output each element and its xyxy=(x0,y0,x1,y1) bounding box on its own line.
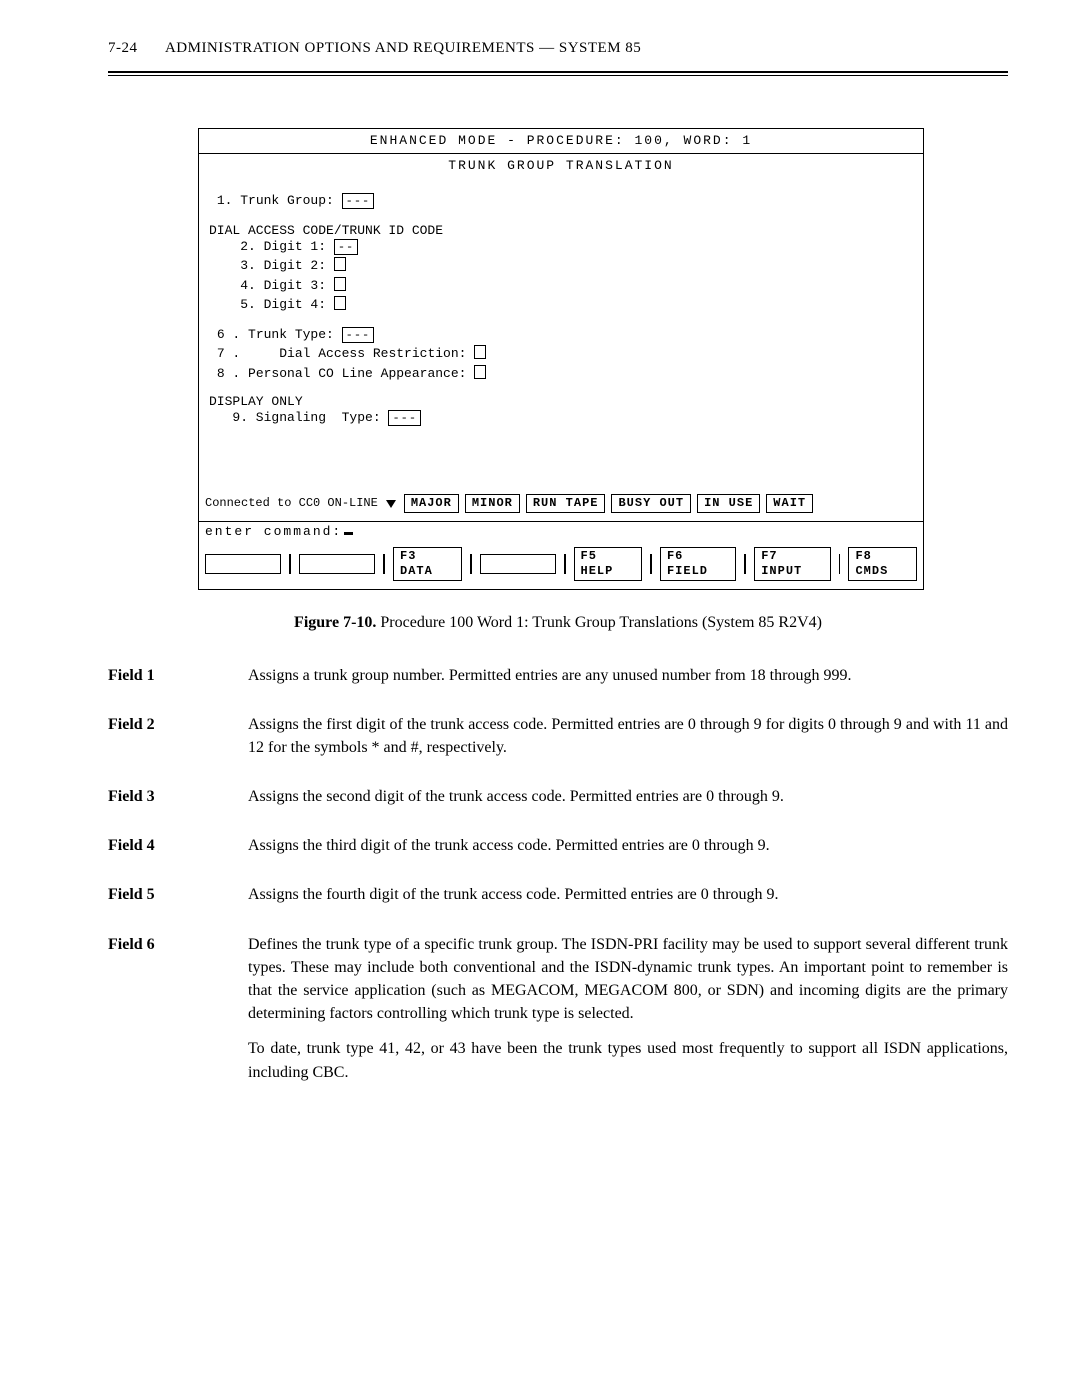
fkey-row: F3 DATA F5 HELP F6 FIELD F7 INPUT F8 CMD… xyxy=(199,543,923,589)
field-6-para-1: Defines the trunk type of a specific tru… xyxy=(248,933,1008,1026)
field-label-1: Field 1 xyxy=(108,664,248,699)
field-dial-access-restriction[interactable] xyxy=(474,345,486,359)
fkey-sep-1 xyxy=(289,554,291,574)
field-signaling-type[interactable]: --- xyxy=(388,410,421,426)
field-personal-co-line[interactable] xyxy=(474,365,486,379)
label-digit2: 3. Digit 2: xyxy=(240,258,326,273)
field-row-6: Field 6Defines the trunk type of a speci… xyxy=(108,933,1008,1096)
status-pill-wait: WAIT xyxy=(766,494,813,513)
term-line-6: 6 . Trunk Type: --- xyxy=(209,327,913,343)
field-label-2: Field 2 xyxy=(108,713,248,771)
term-section-dial: DIAL ACCESS CODE/TRUNK ID CODE xyxy=(209,223,913,239)
fkey-f7-input[interactable]: F7 INPUT xyxy=(754,547,830,581)
label-trunk-group: 1. Trunk Group: xyxy=(217,193,334,208)
field-label-6: Field 6 xyxy=(108,933,248,1096)
status-row: Connected to CC0 ON-LINE MAJOR MINOR RUN… xyxy=(199,490,923,517)
status-pill-major: MAJOR xyxy=(404,494,459,513)
fkey-sep-3 xyxy=(470,554,472,574)
field-body-3: Assigns the second digit of the trunk ac… xyxy=(248,785,1008,820)
figure-caption: Figure 7-10. Procedure 100 Word 1: Trunk… xyxy=(108,614,1008,632)
field-label-5: Field 5 xyxy=(108,883,248,918)
terminal-title: ENHANCED MODE - PROCEDURE: 100, WORD: 1 xyxy=(199,129,923,154)
field-1-para-1: Assigns a trunk group number. Permitted … xyxy=(248,664,1008,687)
status-prefix: Connected to CC0 ON-LINE xyxy=(205,496,378,511)
fkey-f3-data[interactable]: F3 DATA xyxy=(393,547,462,581)
header-rule-thick xyxy=(108,71,1008,73)
field-body-6: Defines the trunk type of a specific tru… xyxy=(248,933,1008,1096)
field-row-2: Field 2Assigns the first digit of the tr… xyxy=(108,713,1008,771)
terminal-window: ENHANCED MODE - PROCEDURE: 100, WORD: 1 … xyxy=(198,128,924,590)
field-body-2: Assigns the first digit of the trunk acc… xyxy=(248,713,1008,771)
field-body-4: Assigns the third digit of the trunk acc… xyxy=(248,834,1008,869)
fkey-sep-5 xyxy=(650,554,652,574)
command-label: enter command: xyxy=(205,524,342,539)
term-line-9: 9. Signaling Type: --- xyxy=(209,410,913,426)
fkey-sep-2 xyxy=(383,554,385,574)
fkey-slot-f4[interactable] xyxy=(480,554,556,574)
label-personal-co-line: 8 . Personal CO Line Appearance: xyxy=(217,366,467,381)
field-4-para-1: Assigns the third digit of the trunk acc… xyxy=(248,834,1008,857)
field-body-5: Assigns the fourth digit of the trunk ac… xyxy=(248,883,1008,918)
field-6-para-2: To date, trunk type 41, 42, or 43 have b… xyxy=(248,1037,1008,1083)
header-rule-thin xyxy=(108,75,1008,76)
label-digit1: 2. Digit 1: xyxy=(240,239,326,254)
field-digit4[interactable] xyxy=(334,296,346,310)
field-label-4: Field 4 xyxy=(108,834,248,869)
field-row-5: Field 5Assigns the fourth digit of the t… xyxy=(108,883,1008,918)
cursor-icon[interactable] xyxy=(344,532,353,535)
term-line-3: 3. Digit 2: xyxy=(209,255,913,274)
field-digit2[interactable] xyxy=(334,257,346,271)
field-definitions: Field 1Assigns a trunk group number. Per… xyxy=(108,664,1008,1096)
field-5-para-1: Assigns the fourth digit of the trunk ac… xyxy=(248,883,1008,906)
field-body-1: Assigns a trunk group number. Permitted … xyxy=(248,664,1008,699)
term-line-7: 7 . Dial Access Restriction: xyxy=(209,343,913,362)
fkey-f8-cmds[interactable]: F8 CMDS xyxy=(848,547,917,581)
term-line-8: 8 . Personal CO Line Appearance: xyxy=(209,363,913,382)
fkey-f6-field[interactable]: F6 FIELD xyxy=(660,547,736,581)
page: 7-24 ADMINISTRATION OPTIONS AND REQUIREM… xyxy=(0,0,1080,1387)
terminal-body: 1. Trunk Group: --- DIAL ACCESS CODE/TRU… xyxy=(199,181,923,491)
status-pill-run-tape: RUN TAPE xyxy=(526,494,606,513)
header-title: ADMINISTRATION OPTIONS AND REQUIREMENTS … xyxy=(165,40,641,56)
field-trunk-type[interactable]: --- xyxy=(342,327,375,343)
field-row-3: Field 3Assigns the second digit of the t… xyxy=(108,785,1008,820)
fkey-slot-f2[interactable] xyxy=(299,554,375,574)
field-3-para-1: Assigns the second digit of the trunk ac… xyxy=(248,785,1008,808)
status-pill-in-use: IN USE xyxy=(697,494,760,513)
label-digit4: 5. Digit 4: xyxy=(240,297,326,312)
label-digit3: 4. Digit 3: xyxy=(240,278,326,293)
field-row-4: Field 4Assigns the third digit of the tr… xyxy=(108,834,1008,869)
label-dial-access-restriction: 7 . Dial Access Restriction: xyxy=(217,346,467,361)
term-line-2: 2. Digit 1: -- xyxy=(209,239,913,255)
field-label-3: Field 3 xyxy=(108,785,248,820)
label-trunk-type: 6 . Trunk Type: xyxy=(217,327,334,342)
page-header: 7-24 ADMINISTRATION OPTIONS AND REQUIREM… xyxy=(108,40,1008,65)
arrow-down-icon xyxy=(386,500,396,508)
figure-text: Procedure 100 Word 1: Trunk Group Transl… xyxy=(376,614,822,631)
field-row-1: Field 1Assigns a trunk group number. Per… xyxy=(108,664,1008,699)
fkey-sep-6 xyxy=(744,554,746,574)
term-line-1: 1. Trunk Group: --- xyxy=(209,193,913,209)
terminal-subtitle: TRUNK GROUP TRANSLATION xyxy=(199,154,923,180)
fkey-f5-help[interactable]: F5 HELP xyxy=(574,547,643,581)
term-section-display: DISPLAY ONLY xyxy=(209,394,913,410)
term-line-5: 5. Digit 4: xyxy=(209,294,913,313)
term-line-4: 4. Digit 3: xyxy=(209,275,913,294)
fkey-slot-f1[interactable] xyxy=(205,554,281,574)
terminal-wrapper: ENHANCED MODE - PROCEDURE: 100, WORD: 1 … xyxy=(198,128,924,590)
status-pill-busy-out: BUSY OUT xyxy=(611,494,691,513)
field-2-para-1: Assigns the first digit of the trunk acc… xyxy=(248,713,1008,759)
figure-number: Figure 7-10. xyxy=(294,614,376,631)
page-number: 7-24 xyxy=(108,40,138,57)
label-signaling-type: 9. Signaling Type: xyxy=(232,410,380,425)
field-digit1[interactable]: -- xyxy=(334,239,358,255)
command-row: enter command: xyxy=(199,522,923,542)
field-digit3[interactable] xyxy=(334,277,346,291)
field-trunk-group[interactable]: --- xyxy=(342,193,375,209)
fkey-sep-7 xyxy=(839,554,841,574)
status-pill-minor: MINOR xyxy=(465,494,520,513)
fkey-sep-4 xyxy=(564,554,566,574)
